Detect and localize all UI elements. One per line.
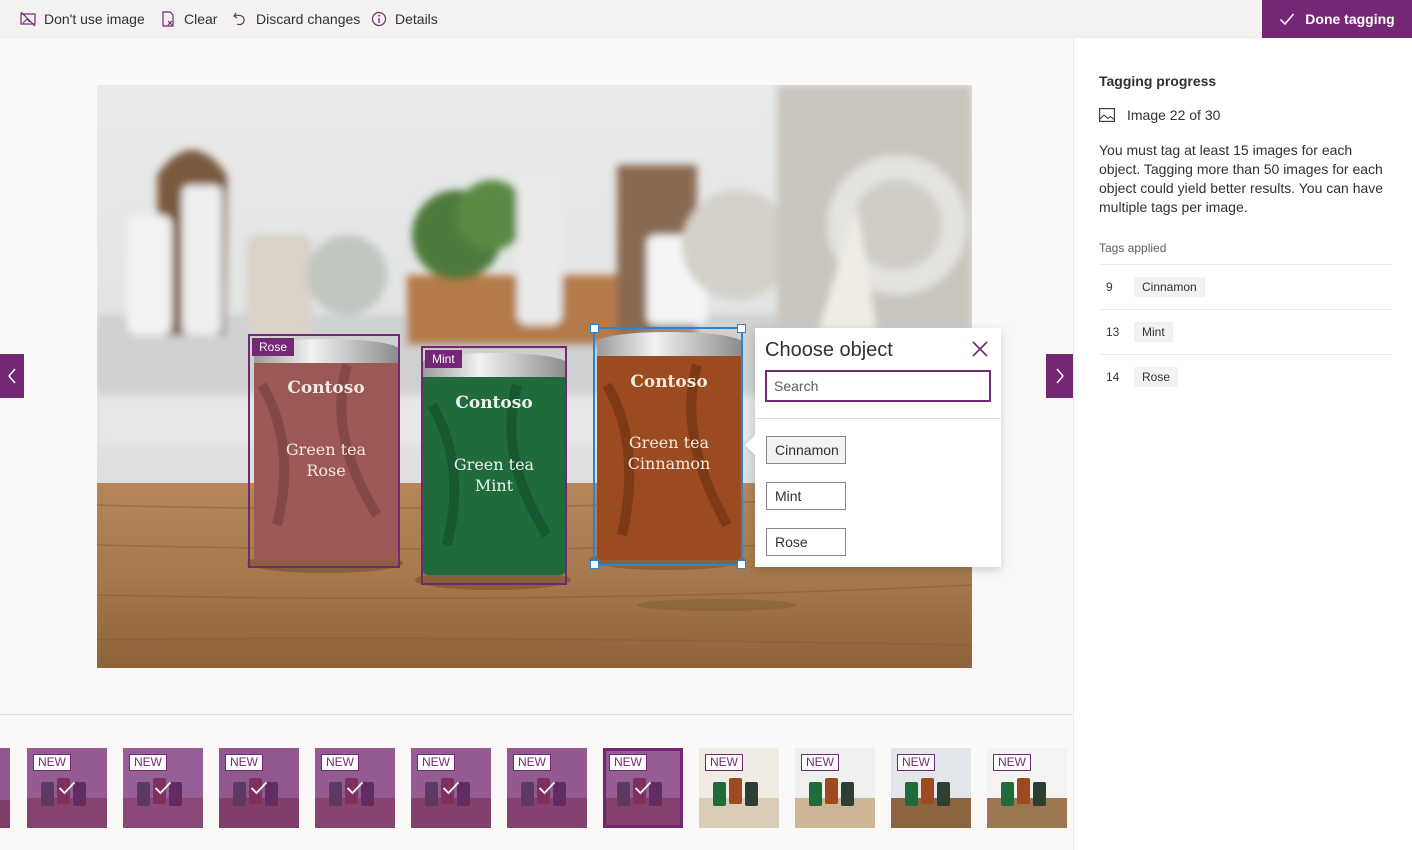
- filmstrip-thumbnail[interactable]: NEW: [891, 748, 971, 828]
- new-badge: NEW: [129, 754, 167, 771]
- object-option-mint[interactable]: Mint: [766, 482, 846, 510]
- checkmark-icon: [154, 781, 172, 795]
- tag-count: 13: [1106, 325, 1120, 339]
- clear-document-icon: [162, 11, 174, 27]
- image-off-icon: [20, 11, 36, 27]
- bounding-box-tag[interactable]: Mint: [425, 350, 462, 368]
- close-icon[interactable]: [971, 340, 989, 358]
- toolbar: Don't use image Clear Discard changes De…: [0, 0, 1412, 38]
- info-icon: [371, 11, 387, 27]
- image-icon: [1099, 108, 1115, 122]
- checkmark-icon: [58, 781, 76, 795]
- filmstrip-thumbnail[interactable]: NEW: [315, 748, 395, 828]
- tag-row: 14 Rose: [1099, 354, 1392, 399]
- image-count-text: Image 22 of 30: [1127, 107, 1221, 123]
- tag-chip: Rose: [1134, 367, 1179, 387]
- object-option-cinnamon[interactable]: Cinnamon: [766, 436, 846, 464]
- filmstrip-thumbnail[interactable]: NEW: [507, 748, 587, 828]
- object-option-rose[interactable]: Rose: [766, 528, 846, 556]
- bounding-box-selected[interactable]: [590, 324, 746, 569]
- tagging-progress-panel: Tagging progress Image 22 of 30 You must…: [1073, 38, 1412, 850]
- tag-count: 14: [1106, 370, 1120, 384]
- image-filmstrip: NEW NEW NEW NEW NEW NEW NEW NEW NEW NEW NEW: [0, 714, 1073, 850]
- filmstrip-thumbnail[interactable]: NEW: [603, 748, 683, 828]
- filmstrip-thumbnail[interactable]: NEW: [27, 748, 107, 828]
- clear-button[interactable]: Clear: [160, 0, 217, 38]
- new-badge: NEW: [513, 754, 551, 771]
- details-button[interactable]: Details: [371, 0, 438, 38]
- popup-title: Choose object: [765, 339, 893, 361]
- checkmark-icon: [538, 781, 556, 795]
- filmstrip-thumbnail[interactable]: NEW: [219, 748, 299, 828]
- checkmark-icon: [346, 781, 364, 795]
- checkmark-icon: [634, 781, 652, 795]
- undo-icon: [233, 12, 245, 26]
- bounding-box-rose[interactable]: Rose: [248, 334, 400, 568]
- new-badge: NEW: [609, 754, 647, 771]
- resize-handle-bottom-right[interactable]: [737, 560, 746, 569]
- chevron-right-icon: [1055, 368, 1064, 384]
- new-badge: NEW: [897, 754, 935, 771]
- new-badge: NEW: [993, 754, 1031, 771]
- bounding-box-tag[interactable]: Rose: [252, 338, 295, 356]
- new-badge: NEW: [225, 754, 263, 771]
- filmstrip-thumbnail[interactable]: [0, 748, 10, 828]
- done-tagging-label: Done tagging: [1305, 11, 1395, 27]
- image-counter: Image 22 of 30: [1099, 107, 1220, 123]
- filmstrip-thumbnail[interactable]: NEW: [123, 748, 203, 828]
- next-image-button[interactable]: [1046, 354, 1073, 398]
- bounding-box-mint[interactable]: Mint: [421, 346, 567, 585]
- dont-use-image-label: Don't use image: [44, 11, 145, 27]
- requirements-text: You must tag at least 15 images for each…: [1099, 142, 1384, 215]
- search-input[interactable]: [765, 370, 991, 402]
- discard-changes-label: Discard changes: [256, 11, 361, 27]
- popup-divider: [755, 418, 1001, 419]
- tag-row: 9 Cinnamon: [1099, 264, 1392, 309]
- checkmark-icon: [442, 781, 460, 795]
- new-badge: NEW: [321, 754, 359, 771]
- tagged-overlay: [0, 748, 10, 828]
- discard-changes-button[interactable]: Discard changes: [232, 0, 360, 38]
- tag-count: 9: [1106, 280, 1113, 294]
- details-label: Details: [395, 11, 438, 27]
- filmstrip-thumbnail[interactable]: NEW: [795, 748, 875, 828]
- new-badge: NEW: [801, 754, 839, 771]
- filmstrip-thumbnail[interactable]: NEW: [699, 748, 779, 828]
- filmstrip-thumbnail[interactable]: NEW: [987, 748, 1067, 828]
- filmstrip-thumbnail[interactable]: NEW: [411, 748, 491, 828]
- resize-handle-top-left[interactable]: [590, 324, 599, 333]
- previous-image-button[interactable]: [0, 354, 24, 398]
- checkmark-icon: [250, 781, 268, 795]
- chevron-left-icon: [8, 368, 16, 384]
- new-badge: NEW: [705, 754, 743, 771]
- new-badge: NEW: [33, 754, 71, 771]
- tags-applied-label: Tags applied: [1099, 241, 1167, 255]
- dont-use-image-button[interactable]: Don't use image: [20, 0, 145, 38]
- resize-handle-bottom-left[interactable]: [590, 560, 599, 569]
- choose-object-popup: Choose object Cinnamon Mint Rose: [745, 328, 1001, 567]
- resize-handle-top-right[interactable]: [737, 324, 746, 333]
- clear-label: Clear: [184, 11, 218, 27]
- checkmark-icon: [1280, 13, 1295, 26]
- tag-chip: Mint: [1134, 322, 1173, 342]
- tag-chip: Cinnamon: [1134, 277, 1205, 297]
- new-badge: NEW: [417, 754, 455, 771]
- done-tagging-button[interactable]: Done tagging: [1262, 0, 1412, 38]
- tag-row: 13 Mint: [1099, 309, 1392, 354]
- panel-title: Tagging progress: [1099, 73, 1217, 89]
